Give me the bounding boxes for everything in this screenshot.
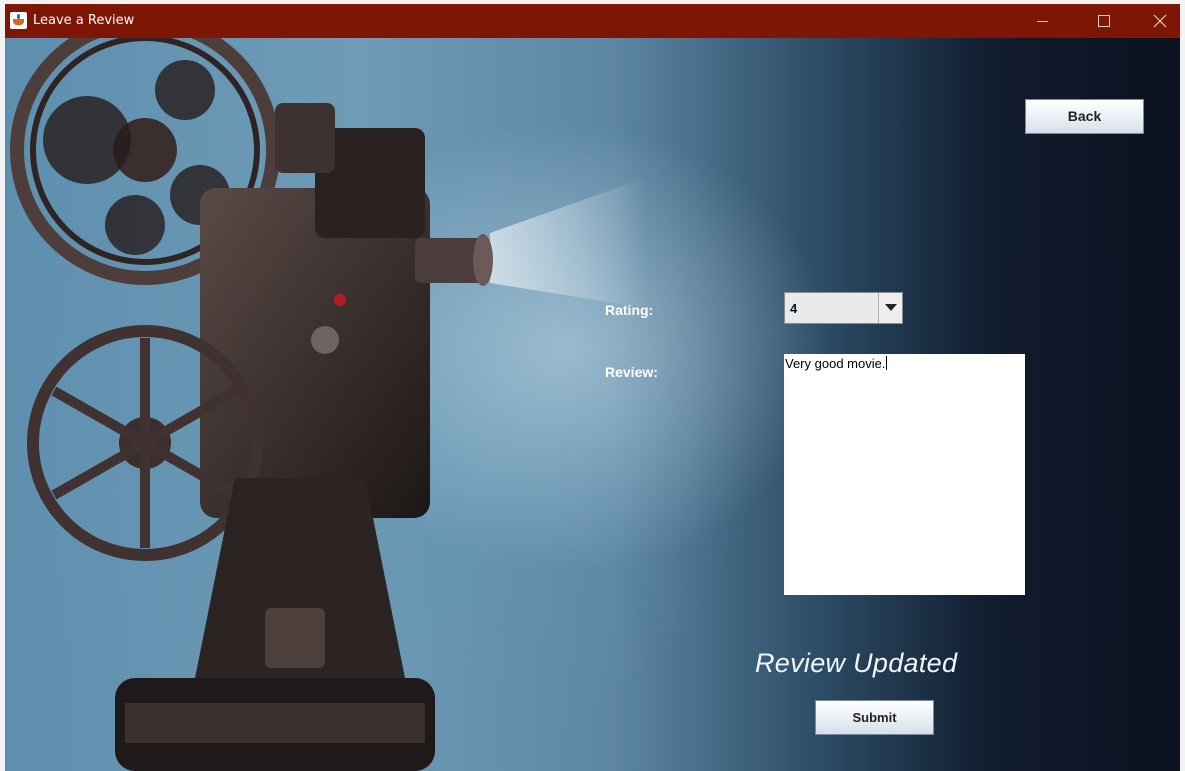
chevron-down-icon bbox=[884, 304, 897, 311]
content-panel: Rating: 4 Review: Very good movie. Back … bbox=[5, 38, 1180, 771]
review-text: Very good movie. bbox=[785, 356, 886, 371]
maximize-icon bbox=[1098, 15, 1110, 27]
projector-background-image bbox=[10, 38, 645, 771]
close-button[interactable] bbox=[1137, 4, 1180, 38]
java-app-icon bbox=[10, 12, 27, 29]
close-icon bbox=[1153, 14, 1167, 28]
review-textarea[interactable]: Very good movie. bbox=[784, 354, 1025, 595]
text-caret bbox=[886, 356, 888, 370]
back-button[interactable]: Back bbox=[1025, 99, 1144, 134]
status-message: Review Updated bbox=[755, 648, 958, 678]
rating-label: Rating: bbox=[605, 302, 654, 318]
rating-dropdown-arrow-button[interactable] bbox=[878, 293, 902, 323]
review-label: Review: bbox=[605, 364, 658, 380]
minimize-button[interactable] bbox=[1019, 4, 1065, 38]
minimize-icon bbox=[1036, 20, 1048, 22]
maximize-button[interactable] bbox=[1081, 4, 1127, 38]
rating-dropdown[interactable]: 4 bbox=[784, 292, 903, 324]
title-bar[interactable]: Leave a Review bbox=[5, 4, 1180, 38]
leave-review-window: Leave a Review Rating: 4 Review: Very go… bbox=[5, 4, 1180, 771]
rating-selected-value: 4 bbox=[790, 301, 798, 316]
window-title: Leave a Review bbox=[33, 13, 135, 28]
submit-button[interactable]: Submit bbox=[815, 700, 934, 735]
